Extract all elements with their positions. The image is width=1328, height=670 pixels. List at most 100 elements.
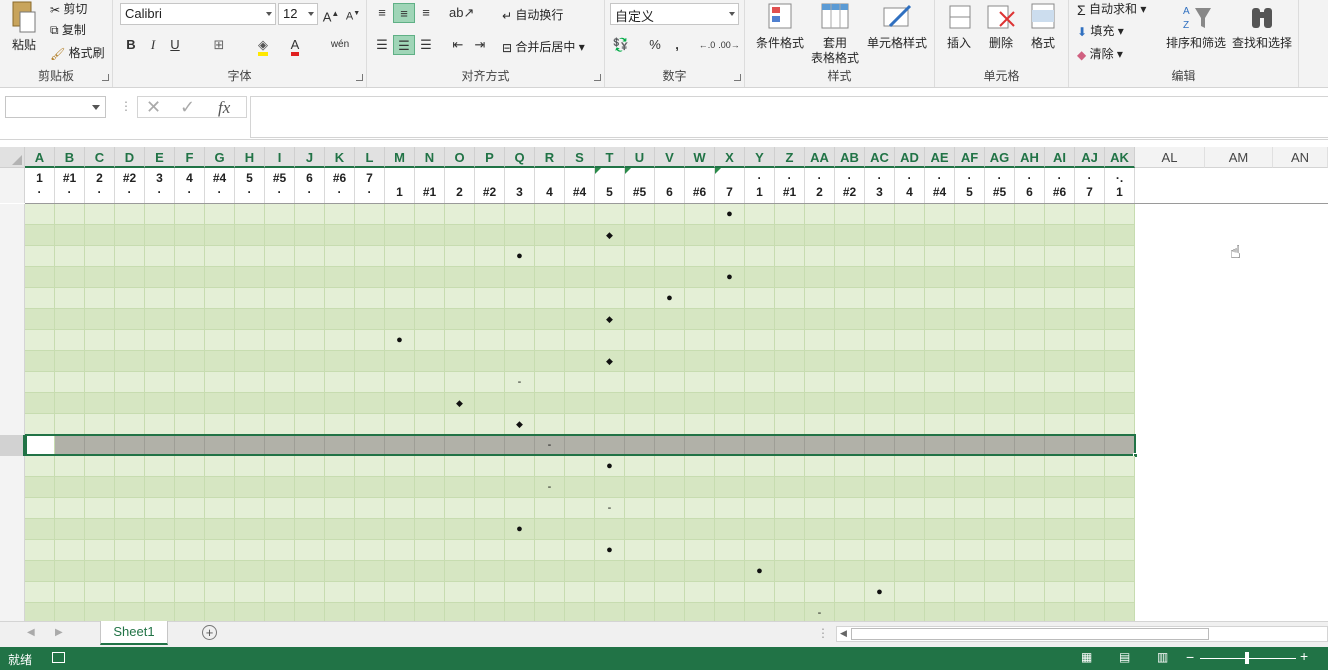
cell-c108[interactable] <box>85 330 115 351</box>
cell-d116[interactable] <box>115 498 145 519</box>
cell-m118[interactable] <box>385 540 415 561</box>
cell-m111[interactable] <box>385 393 415 414</box>
cell-ab112[interactable] <box>835 414 865 435</box>
cell-i112[interactable] <box>265 414 295 435</box>
cell-ag119[interactable] <box>985 561 1015 582</box>
cell-w119[interactable] <box>685 561 715 582</box>
cell-h109[interactable] <box>235 351 265 372</box>
cell-ak117[interactable] <box>1105 519 1135 540</box>
cell-ah114[interactable] <box>1015 456 1045 477</box>
cell-i119[interactable] <box>265 561 295 582</box>
cell-j115[interactable] <box>295 477 325 498</box>
cell-x104[interactable] <box>715 246 745 267</box>
cell-s118[interactable] <box>565 540 595 561</box>
column-header-z[interactable]: Z <box>775 147 805 168</box>
header-cell-ab[interactable]: · #2 <box>835 168 865 203</box>
cell-q117[interactable]: ● <box>505 519 535 540</box>
cell-p117[interactable] <box>475 519 505 540</box>
cell-ab121[interactable] <box>835 603 865 621</box>
cell-s120[interactable] <box>565 582 595 603</box>
cell-aa104[interactable] <box>805 246 835 267</box>
cell-f119[interactable] <box>175 561 205 582</box>
cell-o115[interactable] <box>445 477 475 498</box>
decrease-indent-icon[interactable]: ⇤ <box>447 35 469 55</box>
cell-ae120[interactable] <box>925 582 955 603</box>
cell-i103[interactable] <box>265 225 295 246</box>
cell-j106[interactable] <box>295 288 325 309</box>
cell-n120[interactable] <box>415 582 445 603</box>
cell-aj103[interactable] <box>1075 225 1105 246</box>
header-cell-m[interactable]: 1 <box>385 168 415 203</box>
cell-ad118[interactable] <box>895 540 925 561</box>
cell-h118[interactable] <box>235 540 265 561</box>
cell-b115[interactable] <box>55 477 85 498</box>
cell-e118[interactable] <box>145 540 175 561</box>
cell-ag120[interactable] <box>985 582 1015 603</box>
column-header-ai[interactable]: AI <box>1045 147 1075 168</box>
cell-ak119[interactable] <box>1105 561 1135 582</box>
name-box[interactable] <box>5 96 106 118</box>
cell-d112[interactable] <box>115 414 145 435</box>
cell-c102[interactable] <box>85 204 115 225</box>
cell-aa116[interactable] <box>805 498 835 519</box>
cell-z111[interactable] <box>775 393 805 414</box>
cell-k111[interactable] <box>325 393 355 414</box>
cell-b105[interactable] <box>55 267 85 288</box>
cell-x115[interactable] <box>715 477 745 498</box>
cell-m106[interactable] <box>385 288 415 309</box>
cell-ak116[interactable] <box>1105 498 1135 519</box>
cell-c117[interactable] <box>85 519 115 540</box>
cell-y121[interactable] <box>745 603 775 621</box>
cell-z119[interactable] <box>775 561 805 582</box>
cell-c109[interactable] <box>85 351 115 372</box>
cell-a118[interactable] <box>25 540 55 561</box>
cell-s102[interactable] <box>565 204 595 225</box>
cell-m115[interactable] <box>385 477 415 498</box>
row-header-110[interactable] <box>0 372 25 393</box>
align-bottom-icon[interactable]: ≡ <box>415 3 437 23</box>
row-header-113[interactable] <box>0 435 25 456</box>
cell-o113[interactable] <box>445 435 475 456</box>
sheet-tab-sheet1[interactable]: Sheet1 <box>100 621 168 645</box>
cell-b103[interactable] <box>55 225 85 246</box>
cell-x114[interactable] <box>715 456 745 477</box>
cell-r105[interactable] <box>535 267 565 288</box>
cell-o109[interactable] <box>445 351 475 372</box>
cell-t105[interactable] <box>595 267 625 288</box>
cell-n111[interactable] <box>415 393 445 414</box>
cell-h113[interactable] <box>235 435 265 456</box>
cell-t107[interactable]: ◆ <box>595 309 625 330</box>
cell-g113[interactable] <box>205 435 235 456</box>
cell-d110[interactable] <box>115 372 145 393</box>
cell-h121[interactable] <box>235 603 265 621</box>
cell-ad120[interactable] <box>895 582 925 603</box>
cell-v117[interactable] <box>655 519 685 540</box>
row-header-118[interactable] <box>0 540 25 561</box>
delete-button[interactable]: 删除 <box>983 0 1019 51</box>
cell-h110[interactable] <box>235 372 265 393</box>
cell-a121[interactable] <box>25 603 55 621</box>
cell-f113[interactable] <box>175 435 205 456</box>
header-cell-p[interactable]: #2 <box>475 168 505 203</box>
cell-ad121[interactable] <box>895 603 925 621</box>
cell-m103[interactable] <box>385 225 415 246</box>
cell-q102[interactable] <box>505 204 535 225</box>
cell-m112[interactable] <box>385 414 415 435</box>
header-cell-ag[interactable]: · #5 <box>985 168 1015 203</box>
column-header-q[interactable]: Q <box>505 147 535 168</box>
cell-ae108[interactable] <box>925 330 955 351</box>
cell-w115[interactable] <box>685 477 715 498</box>
cell-p115[interactable] <box>475 477 505 498</box>
cell-ai106[interactable] <box>1045 288 1075 309</box>
column-header-b[interactable]: B <box>55 147 85 168</box>
cell-af120[interactable] <box>955 582 985 603</box>
cell-y118[interactable] <box>745 540 775 561</box>
cell-p103[interactable] <box>475 225 505 246</box>
cell-k113[interactable] <box>325 435 355 456</box>
cell-o117[interactable] <box>445 519 475 540</box>
cell-u113[interactable] <box>625 435 655 456</box>
cell-t108[interactable] <box>595 330 625 351</box>
cell-j117[interactable] <box>295 519 325 540</box>
cell-b118[interactable] <box>55 540 85 561</box>
cell-ah112[interactable] <box>1015 414 1045 435</box>
